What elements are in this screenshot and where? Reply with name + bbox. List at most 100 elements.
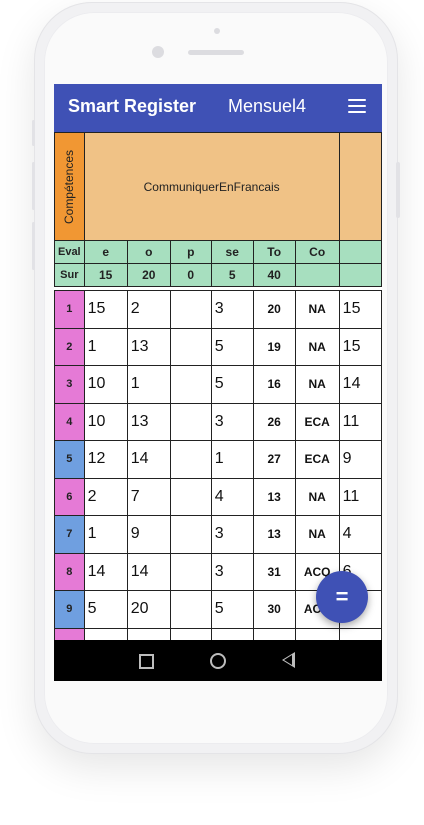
table-row: 6 2 7 4 13 NA 11 [54, 477, 382, 516]
row-number: 8 [54, 552, 85, 591]
table-row: 1 15 2 3 20 NA 15 [54, 290, 382, 329]
next-score-cell[interactable]: 9 [338, 440, 382, 479]
row-number: 1 [54, 290, 85, 329]
score-cell[interactable]: 3 [210, 402, 254, 441]
competence-level-cell[interactable]: ACQ [294, 627, 340, 640]
competence-level-cell[interactable]: NA [294, 477, 340, 516]
competence-level-cell[interactable]: NA [294, 290, 340, 329]
score-cell[interactable]: 14 [83, 552, 128, 591]
total-cell[interactable]: 30 [252, 590, 296, 629]
total-cell[interactable]: 19 [252, 327, 296, 366]
score-cell[interactable] [169, 402, 212, 441]
competence-level-cell[interactable]: NA [294, 327, 340, 366]
score-cell[interactable]: 14 [126, 440, 171, 479]
competence-level-cell[interactable]: NA [294, 515, 340, 554]
total-cell[interactable]: 26 [252, 402, 296, 441]
score-cell[interactable]: 10 [83, 627, 128, 640]
phone-speaker [188, 50, 244, 55]
column-header: p [169, 240, 212, 264]
score-cell[interactable]: 12 [83, 440, 128, 479]
score-cell[interactable]: 5 [210, 327, 254, 366]
score-cell[interactable] [169, 627, 212, 640]
score-cell[interactable] [169, 477, 212, 516]
row-number: 5 [54, 440, 85, 479]
next-score-cell[interactable]: 4 [338, 515, 382, 554]
next-score-cell[interactable]: 11 [338, 477, 382, 516]
total-cell[interactable]: 13 [252, 477, 296, 516]
home-circle-icon[interactable] [210, 653, 226, 669]
table-row: 7 1 9 3 13 NA 4 [54, 515, 382, 554]
next-score-cell[interactable]: 14 [338, 365, 382, 404]
next-score-cell[interactable]: 15 [338, 290, 382, 329]
score-cell[interactable] [169, 290, 212, 329]
row-number: 10 [54, 627, 85, 640]
competence-level-cell[interactable]: ECA [294, 440, 340, 479]
score-cell[interactable]: 10 [83, 365, 128, 404]
score-cell[interactable]: 2 [83, 477, 128, 516]
column-header: e [83, 240, 128, 264]
score-cell[interactable]: 3 [210, 515, 254, 554]
column-header: o [126, 240, 171, 264]
phone-sensor [214, 28, 220, 34]
next-score-cell[interactable]: 15 [338, 327, 382, 366]
score-cell[interactable] [169, 327, 212, 366]
score-cell[interactable]: 5 [83, 590, 128, 629]
score-cell[interactable] [169, 365, 212, 404]
row-number: 9 [54, 590, 85, 629]
score-cell[interactable] [169, 515, 212, 554]
total-cell[interactable]: 16 [252, 365, 296, 404]
total-cell[interactable]: 27 [252, 440, 296, 479]
score-cell[interactable]: 9 [126, 515, 171, 554]
competences-label: Compétences [62, 149, 77, 224]
recents-square-icon[interactable] [139, 654, 154, 669]
score-cell[interactable] [169, 440, 212, 479]
score-cell[interactable]: 13 [126, 402, 171, 441]
next-score-cell[interactable]: 11 [338, 402, 382, 441]
score-cell[interactable]: 7 [126, 477, 171, 516]
max-score: 40 [252, 263, 296, 287]
score-cell[interactable]: 14 [126, 552, 171, 591]
score-cell[interactable]: 10 [83, 402, 128, 441]
max-score-next [338, 263, 382, 287]
score-cell[interactable]: 4 [210, 477, 254, 516]
score-cell[interactable]: 2 [126, 290, 171, 329]
competence-group-header: CommuniquerEnFrancais [83, 132, 340, 241]
row-number: 2 [54, 327, 85, 366]
score-cell[interactable]: 5 [210, 590, 254, 629]
back-triangle-icon[interactable] [282, 652, 295, 668]
phone-side-button [396, 162, 400, 218]
score-cell[interactable] [169, 590, 212, 629]
hamburger-menu-icon[interactable] [348, 99, 366, 113]
score-cell[interactable]: 3 [210, 290, 254, 329]
max-score [294, 263, 340, 287]
row-number: 4 [54, 402, 85, 441]
total-cell[interactable]: 30 [252, 627, 296, 640]
table-row: 5 12 14 1 27 ECA 9 [54, 440, 382, 479]
column-header-next [338, 240, 382, 264]
total-cell[interactable]: 31 [252, 552, 296, 591]
max-score: 15 [83, 263, 128, 287]
score-cell[interactable]: 13 [126, 327, 171, 366]
score-cell[interactable]: 5 [210, 365, 254, 404]
score-cell[interactable]: 20 [126, 590, 171, 629]
app-title: Smart Register [68, 96, 197, 116]
register-table-container[interactable]: Compétences CommuniquerEnFrancais Eval e… [54, 132, 382, 640]
score-cell[interactable]: 1 [83, 327, 128, 366]
next-score-cell[interactable]: 9 [338, 627, 382, 640]
score-cell[interactable]: 1 [210, 440, 254, 479]
competence-level-cell[interactable]: NA [294, 365, 340, 404]
score-cell[interactable]: 1 [83, 515, 128, 554]
score-cell[interactable]: 17 [126, 627, 171, 640]
score-cell[interactable]: 3 [210, 552, 254, 591]
score-cell[interactable]: 1 [126, 365, 171, 404]
column-header: se [210, 240, 254, 264]
total-cell[interactable]: 13 [252, 515, 296, 554]
total-cell[interactable]: 20 [252, 290, 296, 329]
score-cell[interactable]: 3 [210, 627, 254, 640]
score-cell[interactable] [169, 552, 212, 591]
table-row: 101017330ACQ9 [54, 627, 382, 640]
app-bar: Smart Register Mensuel4 [54, 84, 382, 132]
score-cell[interactable]: 15 [83, 290, 128, 329]
fab-button[interactable]: = [316, 571, 368, 623]
competence-level-cell[interactable]: ECA [294, 402, 340, 441]
